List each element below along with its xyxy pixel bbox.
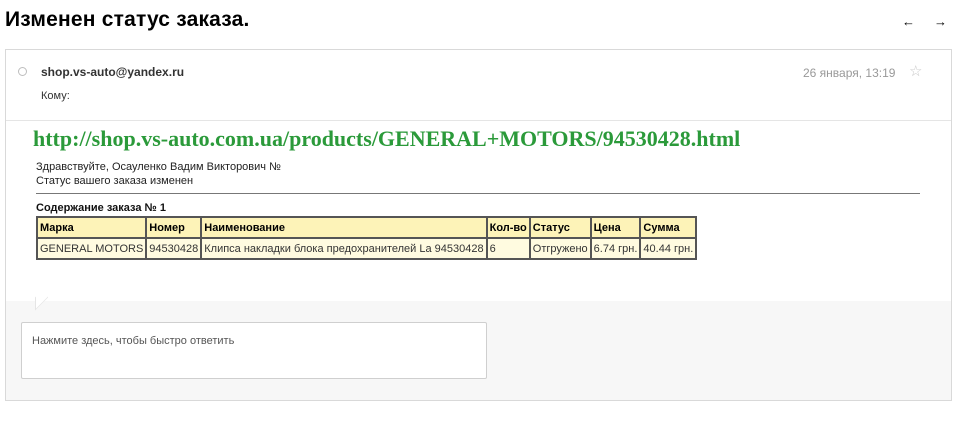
arrow-right-icon[interactable]: → (934, 14, 947, 30)
order-table: Марка Номер Наименование Кол-во Статус Ц… (35, 216, 698, 260)
column-header: Сумма (639, 216, 698, 239)
table-header-row: Марка Номер Наименование Кол-во Статус Ц… (35, 216, 698, 239)
column-header: Наименование (200, 216, 488, 239)
table-cell: 6.74 грн. (589, 237, 642, 260)
read-status-icon[interactable] (18, 67, 27, 76)
message-body: http://shop.vs-auto.com.ua/products/GENE… (6, 121, 951, 301)
message-card: shop.vs-auto@yandex.ru Кому: 26 января, … (5, 49, 952, 401)
table-cell: 6 (485, 237, 531, 260)
message-header: shop.vs-auto@yandex.ru Кому: 26 января, … (6, 50, 951, 121)
sender-address[interactable]: shop.vs-auto@yandex.ru (41, 65, 184, 79)
page-title: Изменен статус заказа. (5, 8, 250, 31)
column-header: Кол-во (485, 216, 531, 239)
table-cell: Отгружено (528, 237, 592, 260)
table-cell: 94530428 (145, 237, 203, 260)
column-header: Цена (589, 216, 642, 239)
recipient-label: Кому: (41, 90, 70, 102)
table-cell: Клипса накладки блока предохранителей La… (200, 237, 488, 260)
column-header: Статус (528, 216, 592, 239)
star-icon[interactable]: ☆ (909, 62, 922, 80)
quick-reply-input[interactable]: Нажмите здесь, чтобы быстро ответить (21, 322, 487, 379)
table-row: GENERAL MOTORS 94530428 Клипса накладки … (35, 237, 698, 260)
message-date: 26 января, 13:19 (803, 66, 896, 80)
greeting-text: Здравствуйте, Осауленко Вадим Викторович… (36, 161, 281, 173)
order-title: Содержание заказа № 1 (36, 202, 166, 214)
table-cell: 40.44 грн. (639, 237, 698, 260)
product-link[interactable]: http://shop.vs-auto.com.ua/products/GENE… (33, 126, 740, 152)
column-header: Номер (145, 216, 203, 239)
column-header: Марка (35, 216, 148, 239)
status-text: Статус вашего заказа изменен (36, 175, 194, 187)
table-cell: GENERAL MOTORS (35, 237, 148, 260)
divider (36, 193, 920, 194)
reply-placeholder: Нажмите здесь, чтобы быстро ответить (32, 335, 235, 347)
arrow-left-icon[interactable]: ← (902, 14, 915, 30)
